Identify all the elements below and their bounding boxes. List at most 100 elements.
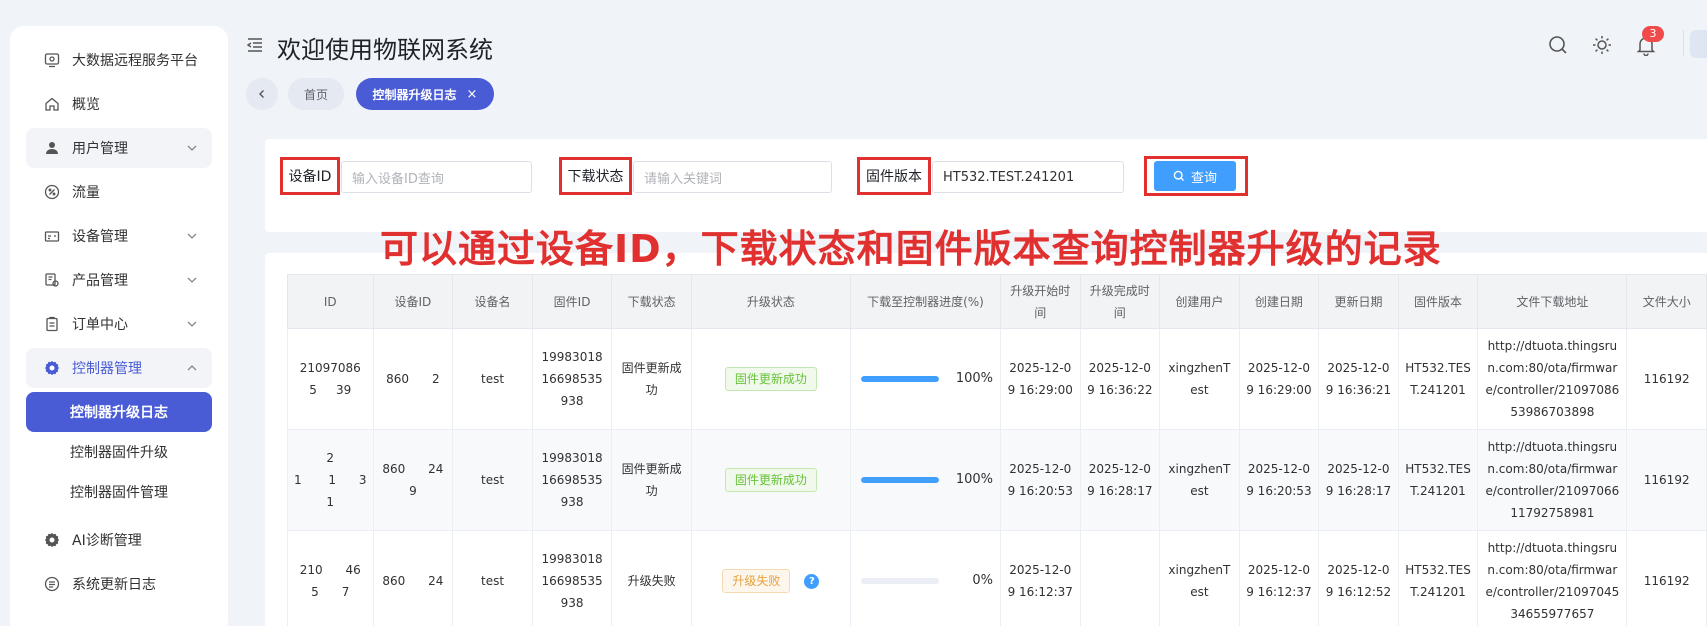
tab-label: 控制器升级日志 bbox=[372, 87, 457, 102]
menu-fold-icon[interactable] bbox=[246, 36, 264, 54]
header-divider bbox=[1683, 30, 1684, 56]
cell-id: 210 465 7 bbox=[287, 530, 374, 626]
col-header: 文件大小 bbox=[1626, 274, 1707, 329]
device-id-input[interactable]: 输入设备ID查询 bbox=[341, 161, 532, 193]
cell-device-id: 860 2 bbox=[372, 328, 454, 430]
tab-home[interactable]: 首页 bbox=[288, 78, 344, 110]
cell-created: 2025-12-09 16:29:00 bbox=[1238, 328, 1320, 430]
progress-percent: 100% bbox=[955, 472, 993, 487]
tab-upgrade-log[interactable]: 控制器升级日志 × bbox=[356, 78, 494, 110]
col-header: 创建日期 bbox=[1238, 274, 1320, 329]
clipboard-icon bbox=[44, 316, 60, 332]
sidebar-subitem-firmware-upgrade[interactable]: 控制器固件升级 bbox=[26, 432, 212, 472]
sidebar-item-changelog[interactable]: 系统更新日志 bbox=[26, 564, 212, 604]
sidebar-item-ai-diagnosis[interactable]: AI诊断管理 bbox=[26, 520, 212, 560]
col-header: ID bbox=[287, 274, 374, 329]
cell-firmware-id: 1998301816698535938 bbox=[531, 429, 613, 531]
user-icon bbox=[44, 140, 60, 156]
cell-finish-time bbox=[1079, 530, 1161, 626]
sidebar-item-devices[interactable]: 设备管理 bbox=[26, 216, 212, 256]
chevron-up-icon bbox=[184, 360, 200, 376]
table-row[interactable]: 210 465 7 860 24 test 199830181669853593… bbox=[287, 530, 1707, 626]
progress: 0% bbox=[857, 570, 994, 592]
cell-device-id: 860 24 bbox=[372, 530, 454, 626]
close-icon[interactable]: × bbox=[467, 87, 478, 102]
table-header-row: ID 设备ID 设备名 固件ID 下载状态 升级状态 下载至控制器进度(%) 升… bbox=[287, 274, 1707, 329]
cell-creator: xingzhenTest bbox=[1159, 429, 1240, 531]
cell-device-name: test bbox=[452, 429, 533, 531]
chevron-down-icon bbox=[184, 228, 200, 244]
sidebar-item-users[interactable]: 用户管理 bbox=[26, 128, 212, 168]
sidebar-item-label: 用户管理 bbox=[72, 141, 128, 157]
cell-upgrade-status: 固件更新成功 bbox=[690, 328, 851, 430]
sidebar-item-products[interactable]: 产品管理 bbox=[26, 260, 212, 300]
upgrade-log-table: ID 设备ID 设备名 固件ID 下载状态 升级状态 下载至控制器进度(%) 升… bbox=[287, 274, 1707, 626]
chevron-down-icon bbox=[184, 316, 200, 332]
firmware-input[interactable]: HT532.TEST.241201 bbox=[932, 161, 1124, 193]
chevron-down-icon bbox=[184, 272, 200, 288]
progress-percent: 100% bbox=[955, 371, 993, 386]
sidebar-item-platform[interactable]: 大数据远程服务平台 bbox=[26, 40, 212, 80]
progress-fill bbox=[860, 477, 939, 483]
download-status-label: 下载状态 bbox=[559, 157, 632, 195]
col-header: 升级完成时间 bbox=[1079, 274, 1161, 329]
col-header: 下载状态 bbox=[611, 274, 692, 329]
sidebar-item-label: 流量 bbox=[72, 185, 100, 201]
search-icon bbox=[1173, 170, 1184, 181]
col-header: 设备名 bbox=[452, 274, 533, 329]
sidebar-item-traffic[interactable]: 流量 bbox=[26, 172, 212, 212]
percent-icon bbox=[44, 184, 60, 200]
chevron-down-icon bbox=[184, 140, 200, 156]
search-icon[interactable] bbox=[1547, 34, 1569, 56]
cell-url[interactable]: http://dtuota.thingsrun.com:80/ota/firmw… bbox=[1477, 429, 1628, 531]
sidebar-subitem-upgrade-log[interactable]: 控制器升级日志 bbox=[26, 392, 212, 432]
search-button-label: 查询 bbox=[1190, 170, 1217, 186]
device-id-label: 设备ID bbox=[280, 157, 340, 195]
table-row[interactable]: 210970865 39 860 2 test 1998301816698535… bbox=[287, 328, 1707, 430]
progress-track bbox=[860, 376, 939, 382]
cell-firmware-id: 1998301816698535938 bbox=[531, 530, 613, 626]
progress-percent: 0% bbox=[972, 573, 993, 588]
cell-firmware: HT532.TEST.241201 bbox=[1397, 530, 1479, 626]
cell-progress: 100% bbox=[849, 429, 1001, 531]
download-status-input[interactable]: 请输入关键词 bbox=[633, 161, 832, 193]
sidebar-item-controllers[interactable]: 控制器管理 bbox=[26, 348, 212, 388]
sidebar-item-label: 设备管理 bbox=[72, 229, 128, 245]
cell-creator: xingzhenTest bbox=[1159, 530, 1240, 626]
help-icon[interactable]: ? bbox=[804, 574, 820, 589]
page-title: 欢迎使用物联网系统 bbox=[277, 36, 493, 64]
avatar[interactable] bbox=[1690, 30, 1707, 58]
cell-url[interactable]: http://dtuota.thingsrun.com:80/ota/firmw… bbox=[1477, 530, 1628, 626]
col-header: 设备ID bbox=[372, 274, 454, 329]
theme-sun-icon[interactable] bbox=[1591, 34, 1613, 56]
sidebar-item-overview[interactable]: 概览 bbox=[26, 84, 212, 124]
cell-firmware: HT532.TEST.241201 bbox=[1397, 328, 1479, 430]
cell-start-time: 2025-12-09 16:12:37 bbox=[999, 530, 1081, 626]
cell-download-status: 固件更新成功 bbox=[611, 429, 692, 531]
cell-size: 116192 bbox=[1626, 429, 1707, 531]
sidebar-item-orders[interactable]: 订单中心 bbox=[26, 304, 212, 344]
col-header: 升级状态 bbox=[690, 274, 851, 329]
progress: 100% bbox=[857, 368, 994, 390]
col-header: 固件版本 bbox=[1397, 274, 1479, 329]
table-row[interactable]: 21 1 3 1 860 249 test 199830181669853593… bbox=[287, 429, 1707, 531]
col-header: 更新日期 bbox=[1318, 274, 1399, 329]
sidebar-subitem-firmware-manage[interactable]: 控制器固件管理 bbox=[26, 472, 212, 512]
cell-upgrade-status: 固件更新成功 bbox=[690, 429, 851, 531]
status-badge: 升级失败 bbox=[722, 569, 791, 593]
sidebar: 大数据远程服务平台 概览 用户管理 流量 设备管理 产品管理 订单中心 控制器管… bbox=[10, 26, 228, 626]
progress: 100% bbox=[857, 469, 994, 491]
cell-url[interactable]: http://dtuota.thingsrun.com:80/ota/firmw… bbox=[1477, 328, 1628, 430]
sidebar-item-label: 概览 bbox=[72, 97, 100, 113]
cell-firmware-id: 1998301816698535938 bbox=[531, 328, 613, 430]
firmware-label: 固件版本 bbox=[857, 157, 931, 195]
cell-download-status: 升级失败 bbox=[611, 530, 692, 626]
search-button[interactable]: 查询 bbox=[1154, 161, 1236, 191]
progress-track bbox=[860, 578, 939, 584]
home-icon bbox=[44, 96, 60, 112]
tabs-back-button[interactable] bbox=[246, 78, 278, 110]
cell-finish-time: 2025-12-09 16:36:22 bbox=[1079, 328, 1161, 430]
monitor-icon bbox=[44, 52, 60, 68]
cell-progress: 0% bbox=[849, 530, 1001, 626]
